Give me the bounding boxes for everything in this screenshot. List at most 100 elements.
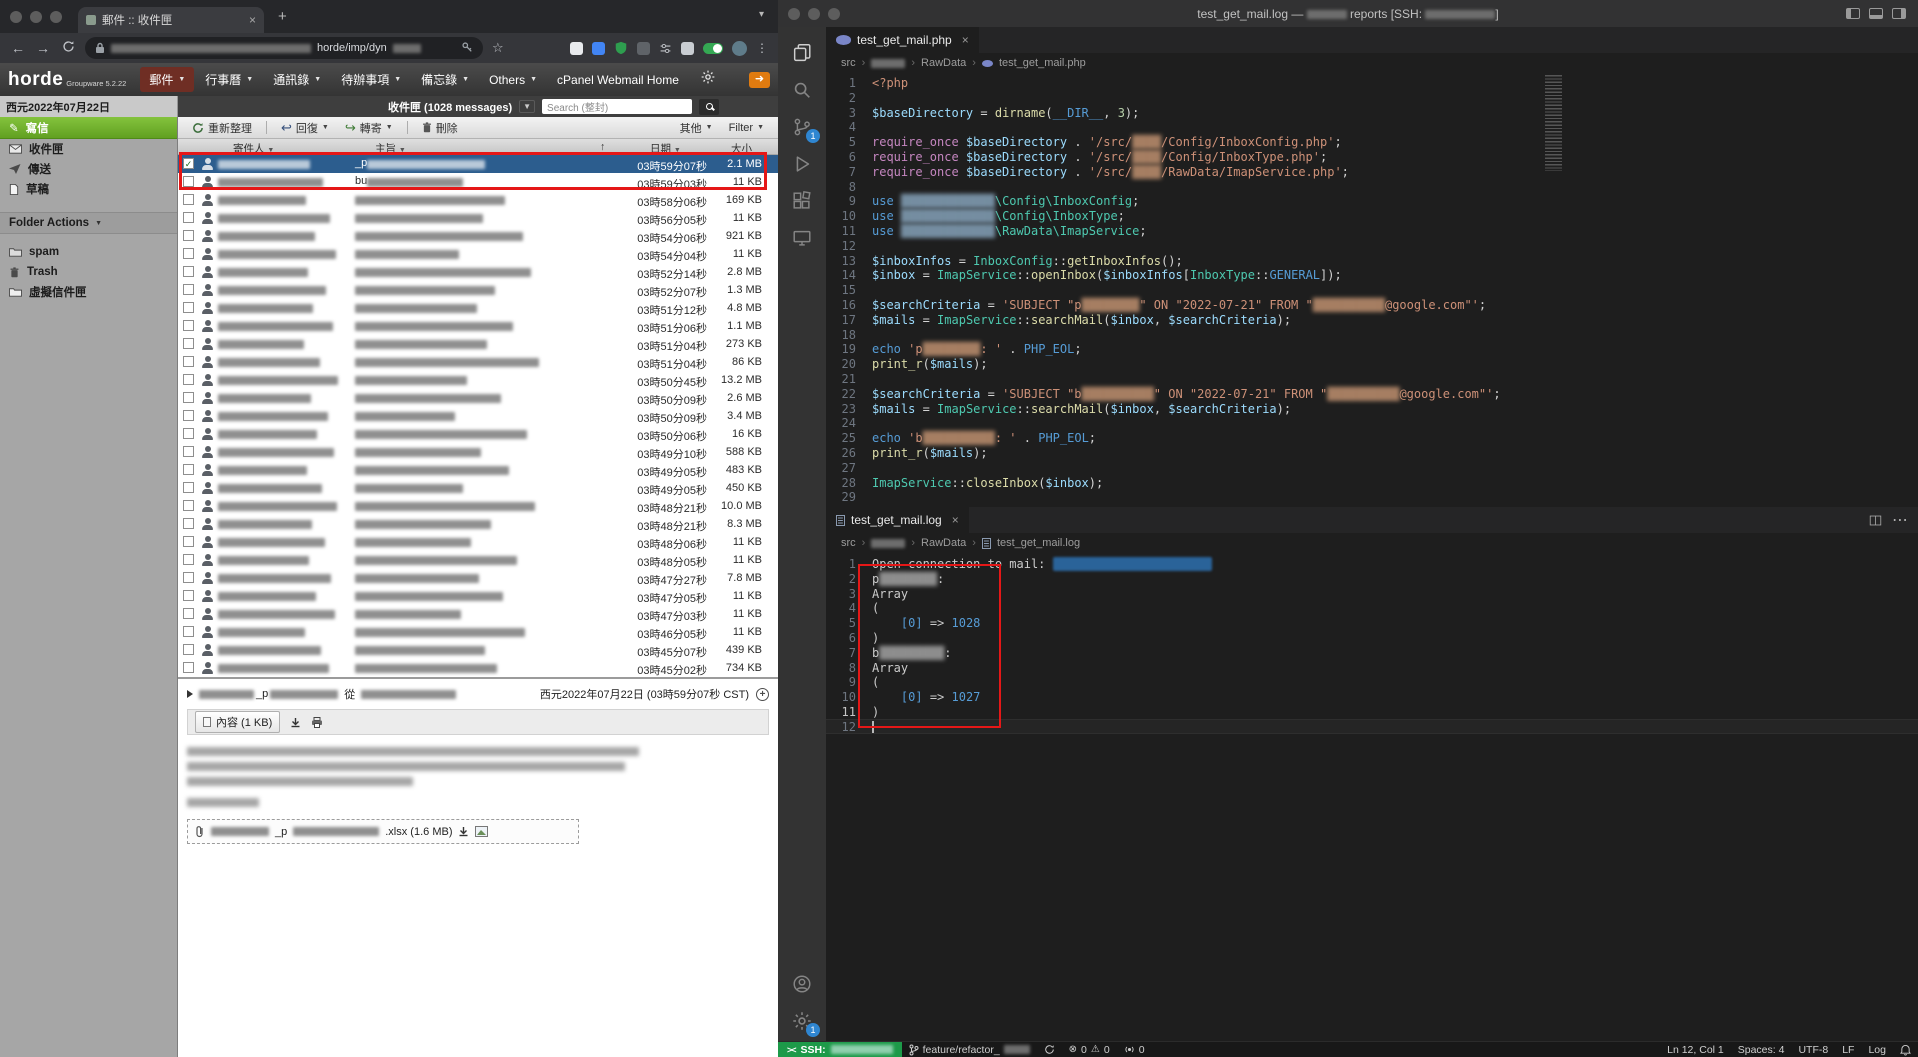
download-icon[interactable] bbox=[290, 717, 301, 728]
php-code-editor[interactable]: 1 <?php 2 3 $baseDirectory = dirname(__D… bbox=[826, 73, 1918, 507]
bookmark-star-icon[interactable]: ☆ bbox=[492, 40, 504, 56]
code-line[interactable]: 9 use █████████████\Config\InboxConfig; bbox=[826, 194, 1918, 209]
email-row[interactable]: 03時48分21秒 8.3 MB bbox=[178, 515, 778, 533]
email-row[interactable]: 03時51分12秒 4.8 MB bbox=[178, 299, 778, 317]
panel-breadcrumbs[interactable]: src › › RawData › test_get_mail.log bbox=[826, 533, 1918, 553]
eol-item[interactable]: LF bbox=[1835, 1044, 1861, 1056]
shield-extension-icon[interactable] bbox=[614, 41, 628, 55]
zoom-window-button[interactable] bbox=[50, 11, 62, 23]
split-extension-icon[interactable] bbox=[681, 41, 694, 55]
code-line[interactable]: 21 bbox=[826, 372, 1918, 387]
notifications-bell-icon[interactable] bbox=[1893, 1044, 1918, 1056]
manage-gear-icon[interactable]: 1 bbox=[790, 1009, 820, 1037]
sidebar-item-drafts[interactable]: 草稿 bbox=[0, 179, 177, 199]
key-icon[interactable] bbox=[461, 41, 473, 56]
remote-explorer-icon[interactable] bbox=[790, 226, 814, 250]
row-checkbox[interactable] bbox=[183, 482, 194, 493]
refresh-button[interactable]: 重新整理 bbox=[185, 118, 259, 138]
email-row[interactable]: 03時49分10秒 588 KB bbox=[178, 443, 778, 461]
extensions-icon[interactable] bbox=[790, 189, 814, 213]
ports-item[interactable]: 0 bbox=[1117, 1042, 1152, 1057]
tab-list-chevron-icon[interactable]: ▾ bbox=[759, 9, 764, 20]
expand-headers-icon[interactable]: + bbox=[756, 687, 769, 701]
code-line[interactable]: 11 use █████████████\RawData\ImapService… bbox=[826, 224, 1918, 239]
sidebar-folder-virtual[interactable]: 虛擬信件匣 bbox=[0, 282, 177, 302]
log-editor[interactable]: 1 Open connection to mail: 2 p████████: … bbox=[826, 553, 1918, 1041]
sidebar-compose-button[interactable]: ✎ 寫信 bbox=[0, 117, 177, 139]
row-checkbox[interactable] bbox=[183, 626, 194, 637]
url-field[interactable]: horde/imp/dyn bbox=[85, 37, 483, 59]
attachment-row[interactable]: _p .xlsx (1.6 MB) bbox=[187, 819, 579, 844]
filter-button[interactable]: Filter ▼ bbox=[722, 120, 771, 136]
reply-button[interactable]: ↩ 回復 ▼ bbox=[274, 118, 336, 138]
editor-breadcrumbs[interactable]: src › › RawData › test_get_mail.php bbox=[826, 53, 1918, 73]
menu-mail[interactable]: 郵件 ▼ bbox=[140, 67, 195, 92]
toggle-sidebar-icon[interactable] bbox=[1846, 8, 1860, 19]
code-line[interactable]: 14 $inbox = ImapService::openInbox($inbo… bbox=[826, 268, 1918, 283]
code-line[interactable]: 13 $inboxInfos = InboxConfig::getInboxIn… bbox=[826, 254, 1918, 269]
profile-avatar[interactable] bbox=[732, 40, 747, 56]
row-checkbox[interactable] bbox=[183, 410, 194, 421]
row-checkbox[interactable] bbox=[183, 284, 194, 295]
log-line[interactable]: 9 ( bbox=[826, 675, 1918, 690]
minimap[interactable] bbox=[1545, 75, 1562, 171]
sidebar-item-sent[interactable]: 傳送 bbox=[0, 159, 177, 179]
code-line[interactable]: 28 ImapService::closeInbox($inbox); bbox=[826, 476, 1918, 491]
code-line[interactable]: 4 bbox=[826, 120, 1918, 135]
menu-notes[interactable]: 備忘錄 ▼ bbox=[412, 67, 478, 92]
email-row[interactable]: 03時56分05秒 11 KB bbox=[178, 209, 778, 227]
minimize-window-button[interactable] bbox=[30, 11, 42, 23]
row-checkbox[interactable] bbox=[183, 608, 194, 619]
column-subject[interactable]: 主旨 ▼ bbox=[375, 141, 406, 156]
row-checkbox[interactable] bbox=[183, 428, 194, 439]
code-line[interactable]: 2 bbox=[826, 91, 1918, 106]
attachment-download-icon[interactable] bbox=[458, 826, 469, 837]
sort-direction-icon[interactable]: ↑ bbox=[600, 141, 605, 153]
forward-button[interactable]: → bbox=[35, 40, 51, 56]
reload-button[interactable] bbox=[60, 40, 76, 56]
code-line[interactable]: 8 bbox=[826, 180, 1918, 195]
row-checkbox[interactable] bbox=[183, 536, 194, 547]
row-checkbox[interactable] bbox=[183, 590, 194, 601]
row-checkbox[interactable] bbox=[183, 302, 194, 313]
row-checkbox[interactable] bbox=[183, 230, 194, 241]
collapse-preview-icon[interactable] bbox=[187, 690, 193, 698]
search-icon[interactable] bbox=[790, 78, 814, 102]
attachment-image-icon[interactable] bbox=[475, 826, 489, 837]
horde-settings-gear-icon[interactable] bbox=[700, 69, 716, 90]
sync-item[interactable] bbox=[1037, 1042, 1062, 1057]
email-row[interactable]: 03時45分02秒 734 KB bbox=[178, 659, 778, 677]
code-line[interactable]: 25 echo 'b██████████: ' . PHP_EOL; bbox=[826, 431, 1918, 446]
log-line[interactable]: 10 [0] => 1027 bbox=[826, 690, 1918, 705]
email-row[interactable]: 03時51分04秒 273 KB bbox=[178, 335, 778, 353]
encoding-item[interactable]: UTF-8 bbox=[1791, 1044, 1835, 1056]
logout-icon[interactable]: ➜ bbox=[749, 71, 770, 88]
remote-ssh-indicator[interactable]: >< SSH: bbox=[778, 1042, 902, 1057]
close-window-button[interactable] bbox=[10, 11, 22, 23]
code-line[interactable]: 10 use █████████████\Config\InboxType; bbox=[826, 209, 1918, 224]
row-checkbox[interactable] bbox=[183, 554, 194, 565]
code-line[interactable]: 29 bbox=[826, 490, 1918, 505]
code-line[interactable]: 27 bbox=[826, 461, 1918, 476]
mailbox-dropdown-icon[interactable]: ▼ bbox=[519, 100, 536, 113]
code-line[interactable]: 20 print_r($mails); bbox=[826, 357, 1918, 372]
horde-logo[interactable]: horde bbox=[8, 69, 63, 91]
code-line[interactable]: 15 bbox=[826, 283, 1918, 298]
email-row[interactable]: 03時54分06秒 921 KB bbox=[178, 227, 778, 245]
log-line[interactable]: 6 ) bbox=[826, 631, 1918, 646]
email-row[interactable]: bu 03時59分03秒 11 KB bbox=[178, 173, 778, 191]
row-checkbox[interactable] bbox=[183, 644, 194, 655]
menu-calendar[interactable]: 行事曆 ▼ bbox=[196, 67, 262, 92]
forward-mail-button[interactable]: ↪ 轉寄 ▼ bbox=[338, 118, 400, 138]
row-checkbox[interactable] bbox=[183, 320, 194, 331]
explorer-icon[interactable] bbox=[790, 41, 814, 65]
column-sender[interactable]: 寄件人 ▼ bbox=[233, 141, 274, 156]
code-line[interactable]: 22 $searchCriteria = 'SUBJECT "b████████… bbox=[826, 387, 1918, 402]
menu-cpanel-webmail-home[interactable]: cPanel Webmail Home bbox=[548, 69, 688, 91]
row-checkbox[interactable] bbox=[183, 500, 194, 511]
dark-extension-icon[interactable] bbox=[637, 41, 650, 55]
zoom-window-button[interactable] bbox=[828, 8, 840, 20]
log-line[interactable]: 11 ) bbox=[826, 705, 1918, 720]
row-checkbox[interactable] bbox=[183, 374, 194, 385]
sidebar-folder-spam[interactable]: spam bbox=[0, 242, 177, 262]
